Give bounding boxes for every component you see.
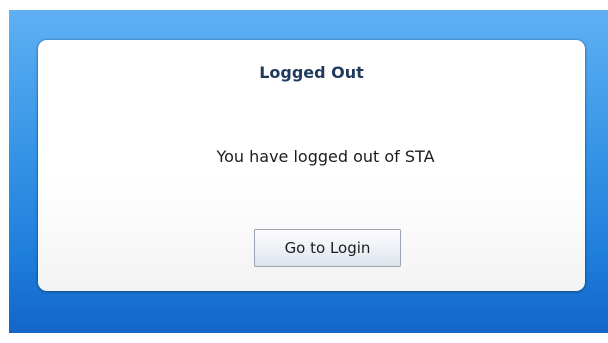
go-to-login-button[interactable]: Go to Login	[254, 229, 401, 267]
logout-dialog: Logged Out You have logged out of STA Go…	[38, 40, 585, 291]
dialog-title: Logged Out	[259, 63, 364, 82]
logout-message: You have logged out of STA	[216, 147, 435, 166]
